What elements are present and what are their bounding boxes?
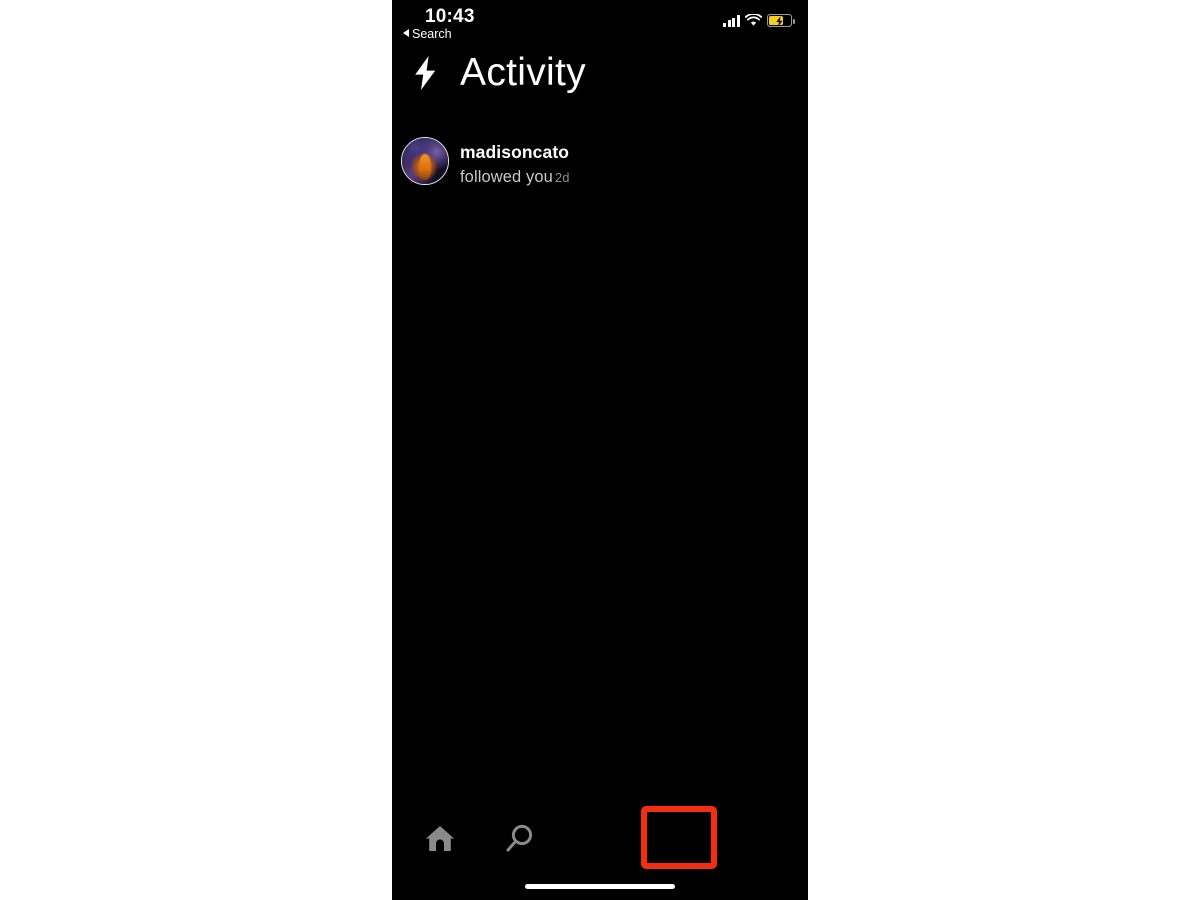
page-title: Activity (460, 51, 586, 94)
home-indicator (525, 884, 675, 889)
status-bar: 10:43 Search (392, 0, 808, 46)
status-bar-back-label: Search (412, 27, 452, 41)
phone-screen: 10:43 Search Activity madisoncato follow… (392, 0, 808, 900)
avatar-photo (402, 138, 448, 184)
status-bar-indicators (723, 14, 795, 27)
back-triangle-icon (403, 29, 409, 37)
battery-charging-icon (767, 14, 795, 27)
activity-action-text: followed you (460, 168, 553, 186)
cellular-signal-icon (723, 15, 740, 27)
activity-timestamp: 2d (554, 170, 570, 185)
wifi-icon (745, 14, 762, 26)
nav-item-search[interactable] (485, 805, 553, 873)
home-icon (426, 826, 454, 851)
status-bar-back-to-search[interactable]: Search (403, 27, 452, 41)
activity-username[interactable]: madisoncato (460, 142, 569, 163)
status-bar-time: 10:43 (425, 6, 475, 27)
activity-action: followed you 2d (460, 168, 570, 187)
avatar[interactable] (401, 137, 449, 185)
screenshot-canvas: 10:43 Search Activity madisoncato follow… (0, 0, 1200, 900)
search-icon (506, 824, 533, 852)
bottom-navigation-bar (392, 805, 808, 873)
nav-item-home[interactable] (406, 805, 474, 873)
page-header: Activity (392, 48, 808, 114)
activity-list: madisoncato followed you 2d (392, 126, 808, 212)
list-item[interactable]: madisoncato followed you 2d (392, 126, 808, 212)
lightning-bolt-icon (415, 56, 436, 90)
